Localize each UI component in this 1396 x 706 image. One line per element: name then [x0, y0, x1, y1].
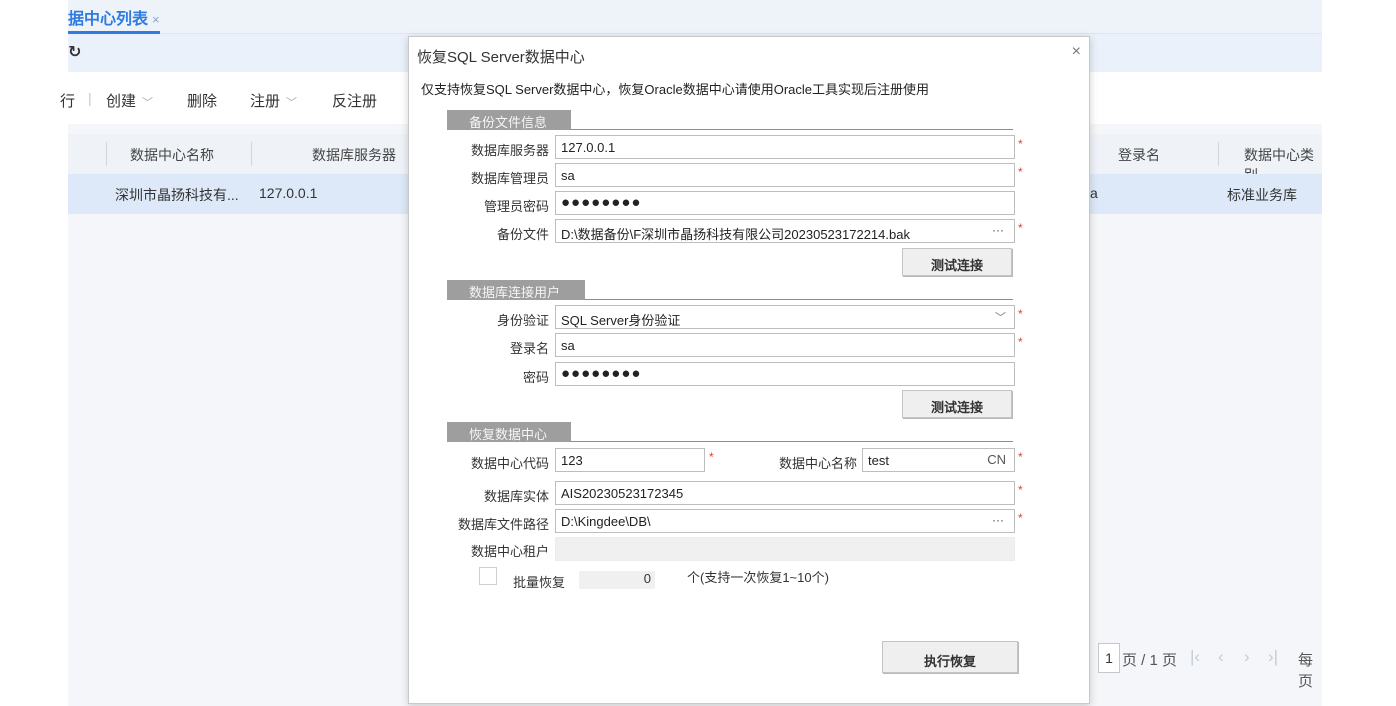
toolbar-partial-item[interactable]: 行: [60, 90, 75, 111]
column-header-name[interactable]: 数据中心名称: [130, 145, 214, 165]
required-mark: *: [1018, 137, 1023, 151]
browse-icon[interactable]: ···: [992, 223, 1004, 237]
dc-tenant-field: [555, 537, 1015, 561]
toolbar-separator: |: [88, 90, 92, 106]
auth-select[interactable]: SQL Server身份验证 ﹀: [555, 305, 1015, 329]
test-connection-button-2[interactable]: 测试连接: [902, 390, 1012, 418]
dc-name-value: test: [868, 453, 889, 468]
section-user-title: 数据库连接用户: [447, 280, 585, 300]
chevron-down-icon[interactable]: ﹀: [995, 309, 1006, 325]
restore-dialog: 恢复SQL Server数据中心 × 仅支持恢复SQL Server数据中心，恢…: [408, 36, 1090, 704]
dc-code-label: 数据中心代码: [470, 456, 549, 471]
db-server-field[interactable]: 127.0.0.1: [555, 135, 1015, 159]
create-button[interactable]: 创建 ﹀: [106, 90, 153, 111]
required-mark: *: [709, 450, 714, 464]
unregister-button[interactable]: 反注册: [332, 90, 377, 111]
column-header-login[interactable]: 登录名: [1118, 145, 1160, 165]
batch-restore-label: 批量恢复: [513, 575, 566, 590]
column-divider[interactable]: [106, 142, 107, 166]
db-file-path-value: D:\Kingdee\DB\: [561, 514, 651, 529]
language-badge[interactable]: CN: [987, 452, 1006, 467]
page-number-input[interactable]: 1: [1098, 643, 1120, 673]
dialog-notice: 仅支持恢复SQL Server数据中心，恢复Oracle数据中心请使用Oracl…: [421, 82, 930, 97]
dialog-title: 恢复SQL Server数据中心: [417, 49, 585, 66]
password-label: 密码: [522, 370, 549, 385]
db-server-label: 数据库服务器: [470, 143, 549, 158]
tab-strip: 据中心列表 ×: [68, 0, 1322, 34]
required-mark: *: [1018, 483, 1023, 497]
password-field[interactable]: ●●●●●●●●: [555, 362, 1015, 386]
next-page-icon[interactable]: ›: [1244, 647, 1250, 667]
cell-login: a: [1090, 185, 1098, 201]
execute-restore-button[interactable]: 执行恢复: [882, 641, 1018, 673]
page-count-text: 页 / 1 页: [1122, 652, 1178, 669]
last-page-icon[interactable]: ›|: [1268, 647, 1278, 667]
tab-datacenter-list[interactable]: 据中心列表 ×: [68, 0, 160, 34]
cell-server: 127.0.0.1: [259, 185, 318, 201]
login-label: 登录名: [509, 341, 549, 356]
delete-button[interactable]: 删除: [187, 90, 217, 111]
chevron-down-icon: ﹀: [286, 97, 298, 109]
cell-name: 深圳市晶扬科技有...: [115, 187, 239, 203]
section-restore-title: 恢复数据中心: [447, 422, 571, 442]
first-page-icon[interactable]: |‹: [1190, 647, 1200, 667]
db-file-path-label: 数据库文件路径: [457, 517, 549, 532]
cell-category: 标准业务库: [1227, 187, 1297, 203]
register-label: 注册: [250, 93, 281, 110]
dc-name-field[interactable]: test CN: [862, 448, 1015, 472]
prev-page-icon[interactable]: ‹: [1218, 647, 1224, 667]
column-divider[interactable]: [251, 142, 252, 166]
chevron-down-icon: ﹀: [142, 97, 154, 109]
section-backup-header: 备份文件信息: [447, 110, 1013, 130]
dc-tenant-label: 数据中心租户: [470, 544, 549, 559]
required-mark: *: [1018, 307, 1023, 321]
browse-icon[interactable]: ···: [992, 513, 1004, 527]
backup-file-field[interactable]: D:\数据备份\F深圳市晶扬科技有限公司20230523172214.bak ·…: [555, 219, 1015, 243]
section-user-header: 数据库连接用户: [447, 280, 1013, 300]
batch-restore-checkbox[interactable]: [479, 567, 497, 585]
db-entity-label: 数据库实体: [483, 489, 549, 504]
db-file-path-field[interactable]: D:\Kingdee\DB\ ···: [555, 509, 1015, 533]
create-label: 创建: [106, 93, 137, 110]
backup-file-value: D:\数据备份\F深圳市晶扬科技有限公司20230523172214.bak: [561, 227, 910, 242]
tab-label: 据中心列表: [68, 11, 149, 28]
dc-name-label: 数据中心名称: [778, 456, 857, 471]
admin-password-field[interactable]: ●●●●●●●●: [555, 191, 1015, 215]
test-connection-button-1[interactable]: 测试连接: [902, 248, 1012, 276]
required-mark: *: [1018, 165, 1023, 179]
tab-close-icon[interactable]: ×: [152, 12, 160, 27]
auth-value: SQL Server身份验证: [561, 313, 681, 328]
login-field[interactable]: sa: [555, 333, 1015, 357]
close-icon[interactable]: ×: [1072, 43, 1081, 61]
refresh-icon[interactable]: ↻: [68, 42, 81, 62]
required-mark: *: [1018, 221, 1023, 235]
column-divider[interactable]: [1218, 142, 1219, 166]
required-mark: *: [1018, 450, 1023, 464]
auth-label: 身份验证: [496, 313, 549, 328]
batch-count-field[interactable]: 0: [579, 571, 655, 589]
required-mark: *: [1018, 335, 1023, 349]
dc-code-field[interactable]: 123: [555, 448, 705, 472]
backup-file-label: 备份文件: [496, 227, 549, 242]
db-entity-field[interactable]: AIS20230523172345: [555, 481, 1015, 505]
section-backup-title: 备份文件信息: [447, 110, 571, 130]
admin-password-label: 管理员密码: [483, 199, 549, 214]
required-mark: *: [1018, 511, 1023, 525]
db-admin-label: 数据库管理员: [470, 171, 549, 186]
register-button[interactable]: 注册 ﹀: [250, 90, 297, 111]
per-page-label: 每页: [1298, 652, 1314, 690]
db-admin-field[interactable]: sa: [555, 163, 1015, 187]
column-header-server[interactable]: 数据库服务器: [312, 145, 396, 165]
batch-hint: 个(支持一次恢复1~10个): [687, 570, 829, 585]
section-restore-header: 恢复数据中心: [447, 422, 1013, 442]
